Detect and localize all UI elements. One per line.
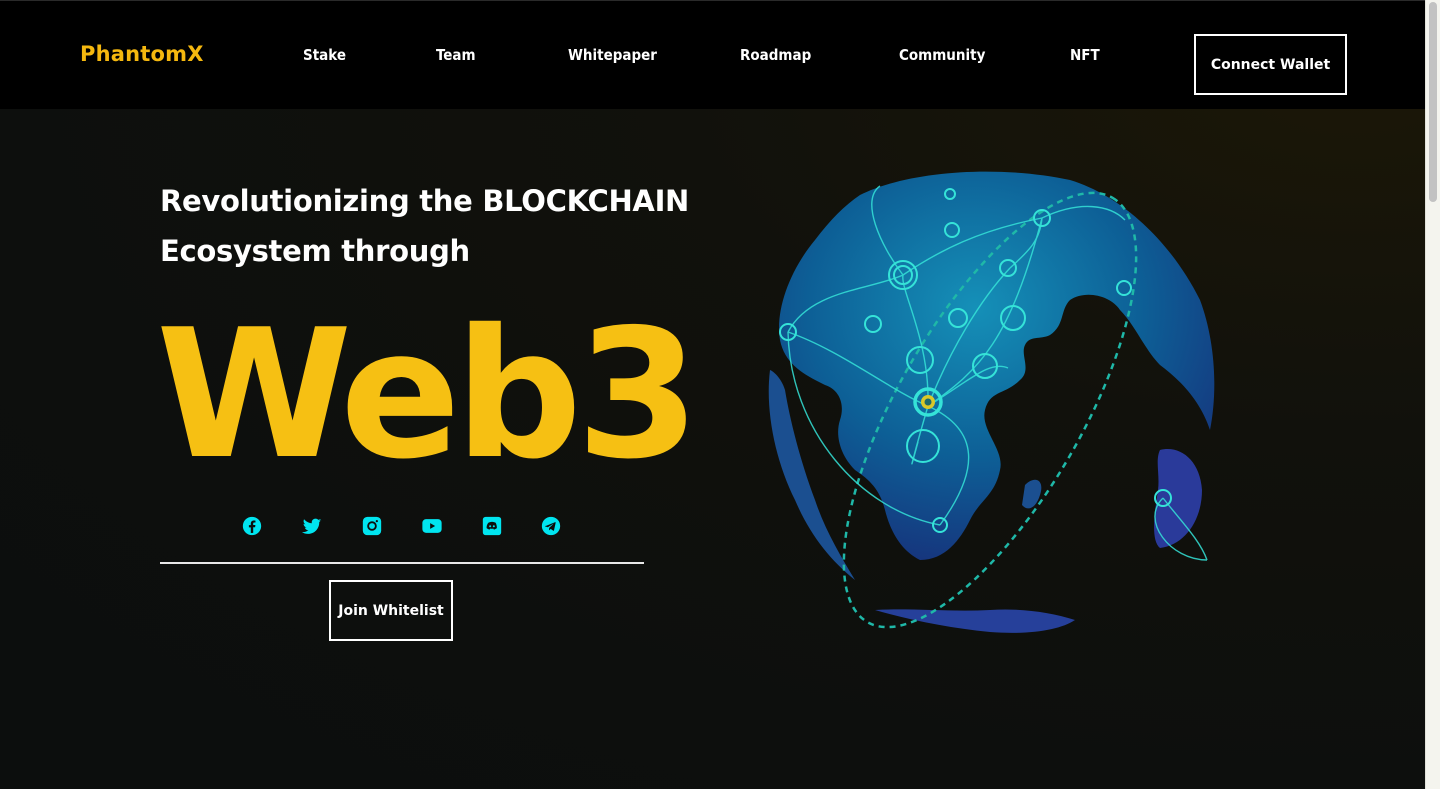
telegram-icon[interactable] (540, 515, 562, 537)
join-whitelist-button[interactable]: Join Whitelist (329, 580, 453, 641)
nav-whitepaper[interactable]: Whitepaper (568, 46, 657, 64)
page: PhantomX Stake Team Whitepaper Roadmap C… (0, 0, 1440, 789)
top-navbar: PhantomX Stake Team Whitepaper Roadmap C… (0, 0, 1425, 109)
scrollbar[interactable] (1425, 0, 1440, 789)
hero-title-line-2: Ecosystem through (160, 234, 470, 268)
instagram-icon[interactable] (361, 515, 383, 537)
connect-wallet-button[interactable]: Connect Wallet (1194, 34, 1347, 95)
logo[interactable]: PhantomX (80, 42, 204, 66)
nav-nft[interactable]: NFT (1070, 46, 1100, 64)
youtube-icon[interactable] (421, 515, 443, 537)
main-content: PhantomX Stake Team Whitepaper Roadmap C… (0, 0, 1425, 789)
scrollbar-thumb[interactable] (1429, 2, 1437, 202)
nav-community[interactable]: Community (899, 46, 985, 64)
nav-stake[interactable]: Stake (303, 46, 346, 64)
nav-roadmap[interactable]: Roadmap (740, 46, 811, 64)
discord-icon[interactable] (481, 515, 503, 537)
facebook-icon[interactable] (241, 515, 263, 537)
nav-team[interactable]: Team (436, 46, 476, 64)
twitter-icon[interactable] (301, 515, 323, 537)
hero-divider (160, 562, 644, 564)
hero-big-text: Web3 (156, 291, 700, 498)
globe-illustration (768, 171, 1215, 633)
hero-title-line-1: Revolutionizing the BLOCKCHAIN (160, 184, 690, 218)
hero-title: Revolutionizing the BLOCKCHAIN Ecosystem… (160, 176, 720, 276)
